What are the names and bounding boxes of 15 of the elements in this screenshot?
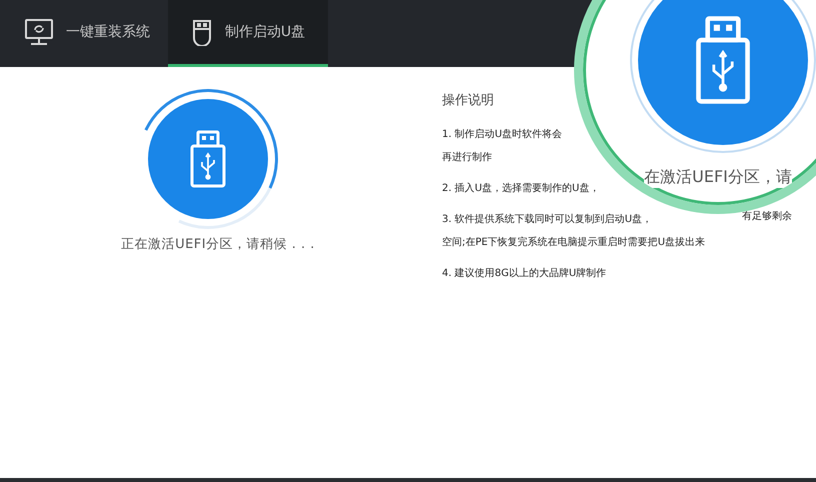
instruction-text: 有足够剩余 (742, 210, 792, 224)
usb-drive-icon (190, 18, 213, 46)
instruction-text: 2. 插入U盘，选择需要制作的U盘， (442, 182, 600, 196)
tab[interactable]: 制作启动U盘 (168, 0, 328, 67)
instructions-title: 操作说明 (442, 92, 495, 109)
magnified-status-text: 在激活UEFI分区，请 (644, 167, 792, 188)
status-text: 正在激活UEFI分区，请稍候 . . . (121, 236, 315, 253)
instruction-text: 再进行制作 (442, 150, 492, 165)
tab[interactable]: 一键重装系统 (8, 0, 168, 67)
usb-drive-icon (148, 99, 268, 219)
instruction-text: 4. 建议使用8G以上的大品牌U牌制作 (442, 266, 606, 281)
monitor-refresh-icon (24, 18, 54, 46)
instruction-text: 1. 制作启动U盘时软件将会 (442, 128, 562, 142)
instruction-text: 空间;在PE下恢复完系统在电脑提示重启时需要把U盘拔出来 (442, 236, 706, 250)
instruction-text: 3. 软件提供系统下载同时可以复制到启动U盘， (442, 212, 652, 227)
